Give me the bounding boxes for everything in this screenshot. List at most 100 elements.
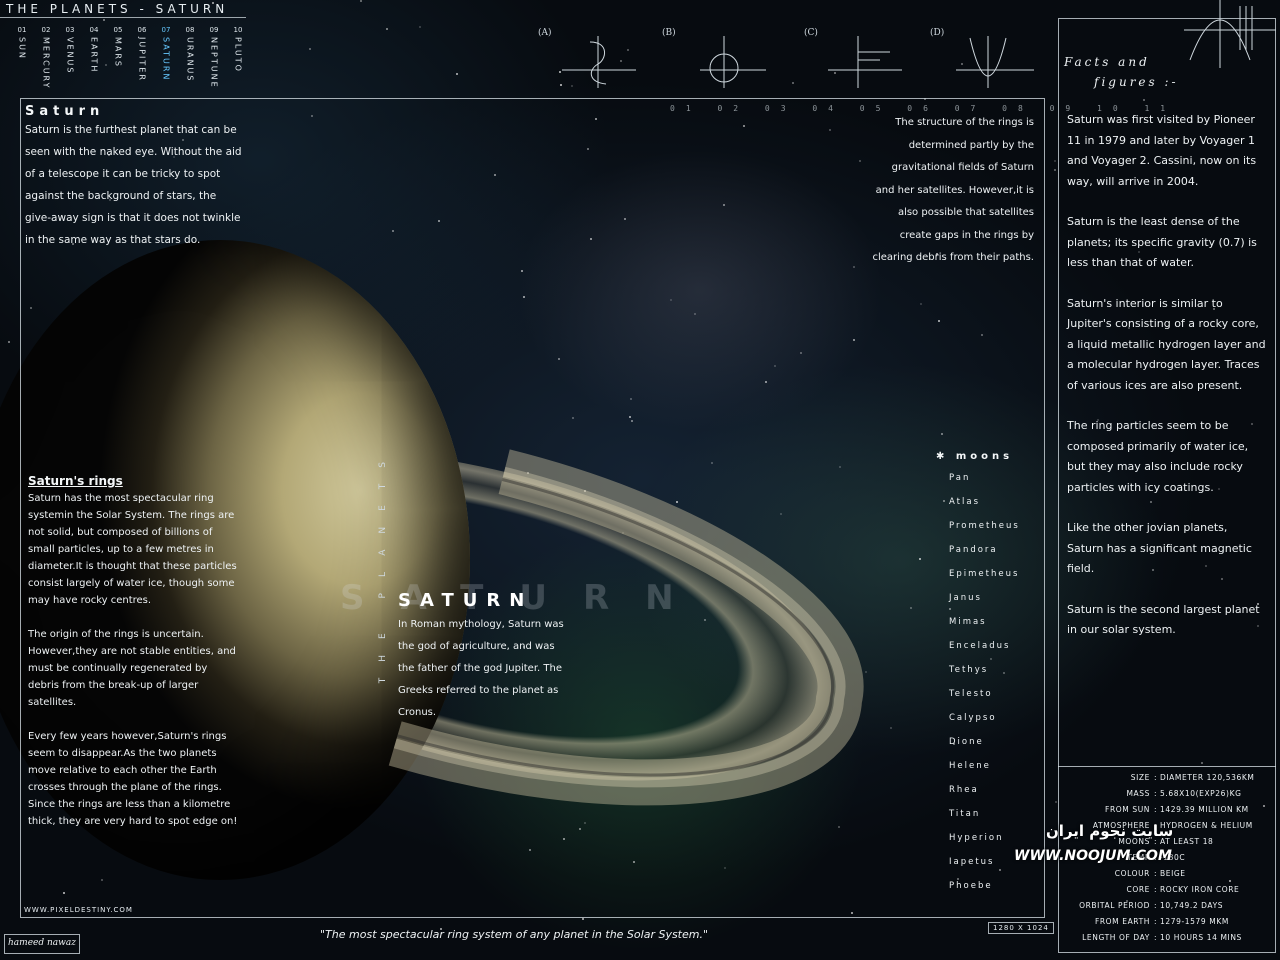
rings-paragraph: Every few years however,Saturn's rings s…	[28, 731, 238, 827]
fact-paragraph: Saturn is the second largest planet in o…	[1067, 602, 1260, 637]
nav-item-mars[interactable]: 05 MARS	[106, 26, 130, 90]
stat-key: FROM EARTH	[1094, 917, 1150, 926]
site-link[interactable]: WWW.PIXELDESTINY.COM	[24, 906, 133, 914]
moon-titan[interactable]: Titan	[936, 802, 1020, 826]
fact-paragraph: Saturn is the least dense of the planets…	[1067, 215, 1257, 269]
ring-structure-text: The structure of the rings is determined…	[872, 117, 1035, 263]
moon-epimetheus[interactable]: Epimetheus	[936, 562, 1020, 586]
moon-calypso[interactable]: Calypso	[936, 706, 1020, 730]
facts-section: Saturn was first visited by Pioneer 11 i…	[1067, 110, 1267, 661]
moon-phoebe[interactable]: Phoebe	[936, 874, 1020, 898]
moon-pandora[interactable]: Pandora	[936, 538, 1020, 562]
nav-item-mercury[interactable]: 02 MERCURY	[34, 26, 58, 90]
stat-value: -180C	[1160, 853, 1186, 862]
moon-janus[interactable]: Janus	[936, 586, 1020, 610]
moon-tethys[interactable]: Tethys	[936, 658, 1020, 682]
fact-paragraph: Saturn's interior is similar to Jupiter'…	[1067, 296, 1266, 392]
title-rule	[0, 17, 246, 18]
stat-value: 1429.39 MILLION KM	[1160, 805, 1249, 814]
nav-label: SATURN	[161, 37, 171, 82]
nav-number: 05	[113, 26, 123, 34]
diagram-label-a: (A)	[538, 28, 552, 38]
nav-item-earth[interactable]: 04 EARTH	[82, 26, 106, 90]
stat-row: MASS:5.68X10(EXP26)KG	[1062, 786, 1274, 802]
facts-title-line: Facts and	[1064, 55, 1150, 69]
moon-atlas[interactable]: Atlas	[936, 490, 1020, 514]
nav-number: 10	[233, 26, 243, 34]
nav-label: EARTH	[89, 37, 99, 74]
nav-number: 08	[185, 26, 195, 34]
nav-number: 01	[17, 26, 27, 34]
resolution-badge: 1280 X 1024	[988, 922, 1054, 934]
moons-title: ✱ moons	[936, 451, 1014, 462]
nav-item-neptune[interactable]: 09 NEPTUNE	[202, 26, 226, 90]
rings-heading: Saturn's rings	[28, 474, 123, 488]
rings-section: Saturn's rings Saturn has the most spect…	[28, 474, 238, 847]
moon-mimas[interactable]: Mimas	[936, 610, 1020, 634]
nav-label: VENUS	[65, 37, 75, 75]
stats-divider	[1058, 766, 1276, 767]
nav-number: 06	[137, 26, 147, 34]
stat-value: 10,749.2 DAYS	[1160, 901, 1224, 910]
nav-item-uranus[interactable]: 08 URANUS	[178, 26, 202, 90]
stat-value: ROCKY IRON CORE	[1160, 885, 1240, 894]
nav-label: SUN	[17, 37, 27, 60]
moons-title-text: moons	[955, 451, 1014, 462]
stat-key: COLOUR	[1114, 869, 1150, 878]
nav-number: 07	[161, 26, 171, 34]
nav-item-sun[interactable]: 01 SUN	[10, 26, 34, 90]
the-planets-vertical: THE PLANETS	[378, 446, 388, 684]
diagram-label-b: (B)	[662, 28, 676, 38]
moon-items: Pan Atlas Prometheus Pandora Epimetheus Janus…	[936, 466, 1020, 898]
nav-number: 02	[41, 26, 51, 34]
page-title: THE PLANETS - SATURN	[6, 2, 229, 16]
moon-pan[interactable]: Pan	[936, 466, 1020, 490]
nav-label: NEPTUNE	[209, 37, 219, 89]
rings-paragraph: Saturn has the most spectacular ring sys…	[28, 493, 237, 606]
mythology-text: In Roman mythology, Saturn was the god o…	[398, 619, 564, 718]
nav-number: 04	[89, 26, 99, 34]
watermark-url[interactable]: WWW.NOOJUM.COM	[1014, 848, 1172, 864]
stat-value: AT LEAST 18	[1160, 837, 1214, 846]
stat-row: ORBITAL PERIOD:10,749.2 DAYS	[1062, 898, 1274, 914]
moon-prometheus[interactable]: Prometheus	[936, 514, 1020, 538]
diagram-label-d: (D)	[930, 28, 945, 38]
stat-key: CORE	[1126, 885, 1150, 894]
moon-helene[interactable]: Helene	[936, 754, 1020, 778]
fact-paragraph: Saturn was first visited by Pioneer 11 i…	[1067, 113, 1257, 188]
watermark-persian: سایت نجوم ایران	[1046, 822, 1174, 840]
moon-telesto[interactable]: Telesto	[936, 682, 1020, 706]
stat-key: SIZE	[1130, 773, 1150, 782]
moon-dione[interactable]: Dione	[936, 730, 1020, 754]
nav-item-venus[interactable]: 03 VENUS	[58, 26, 82, 90]
facts-title: Facts and figures :-	[1064, 52, 1179, 92]
nav-item-jupiter[interactable]: 06 JUPITER	[130, 26, 154, 90]
nav-item-saturn[interactable]: 07 SATURN	[154, 26, 178, 90]
moon-rhea[interactable]: Rhea	[936, 778, 1020, 802]
moon-enceladus[interactable]: Enceladus	[936, 634, 1020, 658]
stat-row: LENGTH OF DAY:10 HOURS 14 MINS	[1062, 930, 1274, 946]
stat-key: MASS	[1126, 789, 1150, 798]
saturn-title: SATURN	[398, 590, 534, 611]
moon-hyperion[interactable]: Hyperion	[936, 826, 1020, 850]
nav-item-pluto[interactable]: 10 PLUTO	[226, 26, 250, 90]
planet-nav: 01 SUN 02 MERCURY 03 VENUS 04 EARTH 05 MARS 06 JUPI…	[10, 26, 250, 90]
fact-paragraph: The ring particles seem to be composed p…	[1067, 419, 1249, 494]
stat-value: HYDROGEN & HELIUM	[1160, 821, 1253, 830]
author-signature: hameed nawaz	[8, 938, 76, 948]
stat-row: CORE: ROCKY IRON CORE	[1062, 882, 1274, 898]
stat-row: FROM EARTH:1279-1579 MKM	[1062, 914, 1274, 930]
intro-text: Saturn is the furthest planet that can b…	[25, 124, 242, 246]
nav-label: JUPITER	[137, 37, 147, 82]
moon-iapetus[interactable]: Iapetus	[936, 850, 1020, 874]
stat-key: ORBITAL PERIOD	[1079, 901, 1150, 910]
nav-number: 03	[65, 26, 75, 34]
intro-section: Saturn Saturn is the furthest planet tha…	[25, 104, 245, 251]
rings-paragraph: The origin of the rings is uncertain. Ho…	[28, 629, 236, 708]
stat-value: 1279-1579 MKM	[1160, 917, 1229, 926]
nav-number: 09	[209, 26, 219, 34]
nav-label: MERCURY	[41, 37, 51, 90]
stat-key: LENGTH OF DAY	[1082, 933, 1150, 942]
moons-list: ✱ moons Pan Atlas Prometheus Pandora Epimeth…	[936, 451, 1020, 898]
stat-value: 5.68X10(EXP26)KG	[1160, 789, 1242, 798]
